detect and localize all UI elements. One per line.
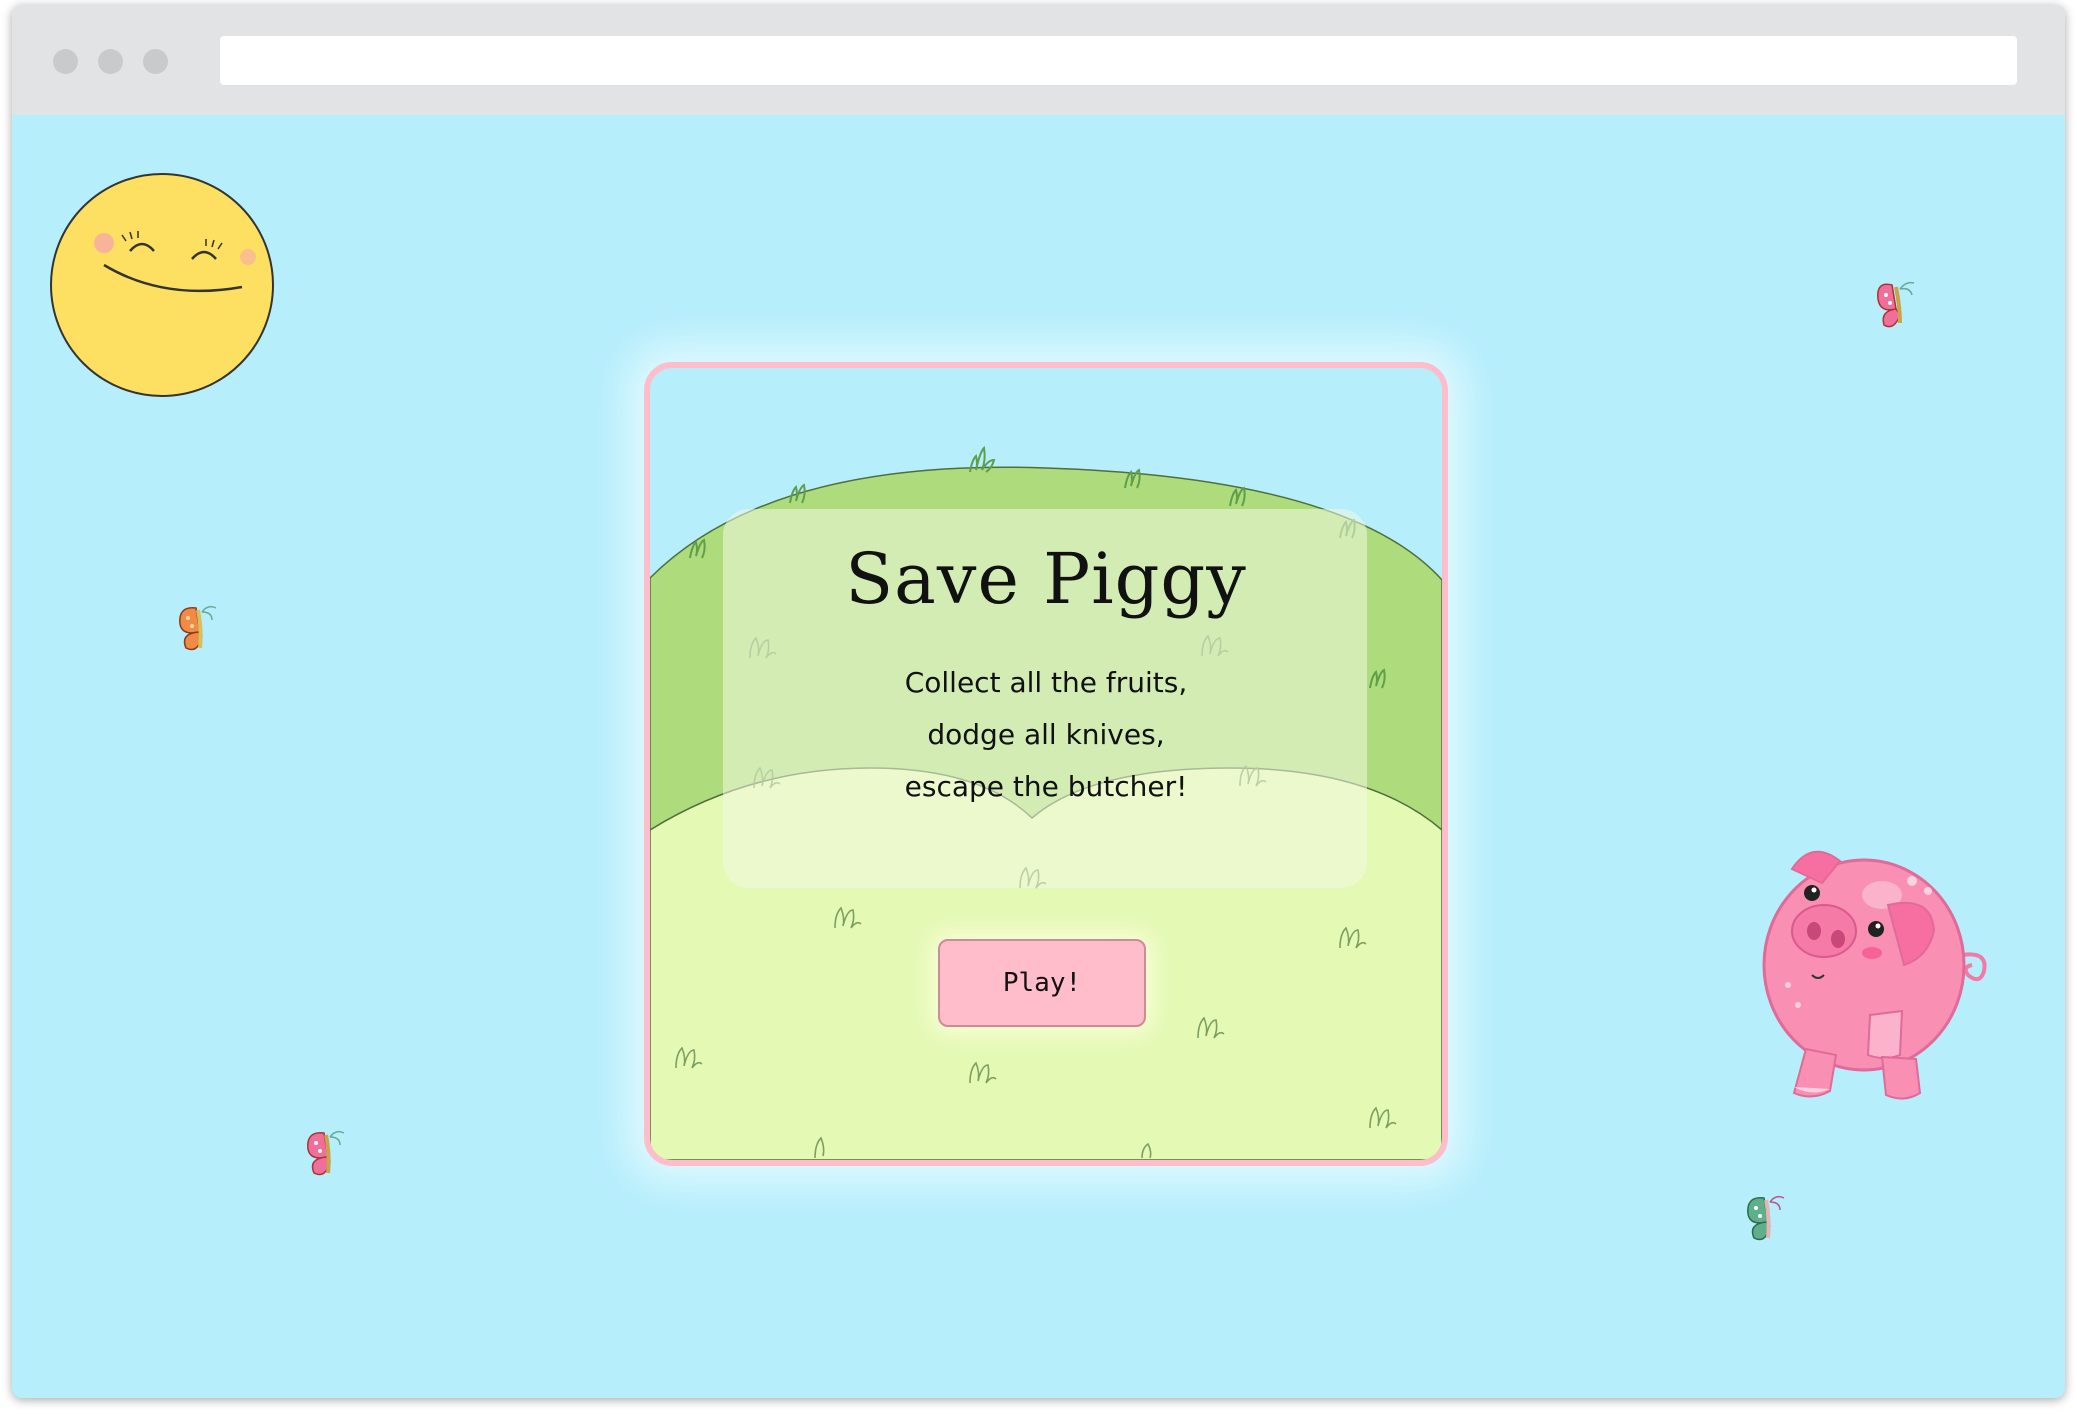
window-maximize-dot[interactable] [143,49,168,74]
game-viewport: Save Piggy Collect all the fruits, dodge… [12,115,2065,1398]
pig-character-icon [1762,850,1987,1100]
tagline-line: dodge all knives, [927,718,1165,751]
game-tagline: Collect all the fruits, dodge all knives… [650,657,1442,813]
window-close-dot[interactable] [53,49,78,74]
butterfly-green-icon [1747,1195,1785,1241]
window-minimize-dot[interactable] [98,49,123,74]
address-bar[interactable] [220,36,2017,85]
butterfly-pink-icon [1877,281,1915,328]
tagline-line: escape the butcher! [904,770,1188,803]
butterfly-pink-icon [307,1130,345,1176]
browser-window: Save Piggy Collect all the fruits, dodge… [12,5,2065,1398]
tagline-line: Collect all the fruits, [904,666,1188,699]
browser-chrome [12,5,2065,115]
smiling-sun-icon [50,173,274,397]
butterfly-orange-icon [179,605,217,651]
game-start-card: Save Piggy Collect all the fruits, dodge… [644,362,1448,1166]
game-title: Save Piggy [845,538,1247,620]
play-button[interactable]: Play! [938,939,1146,1027]
